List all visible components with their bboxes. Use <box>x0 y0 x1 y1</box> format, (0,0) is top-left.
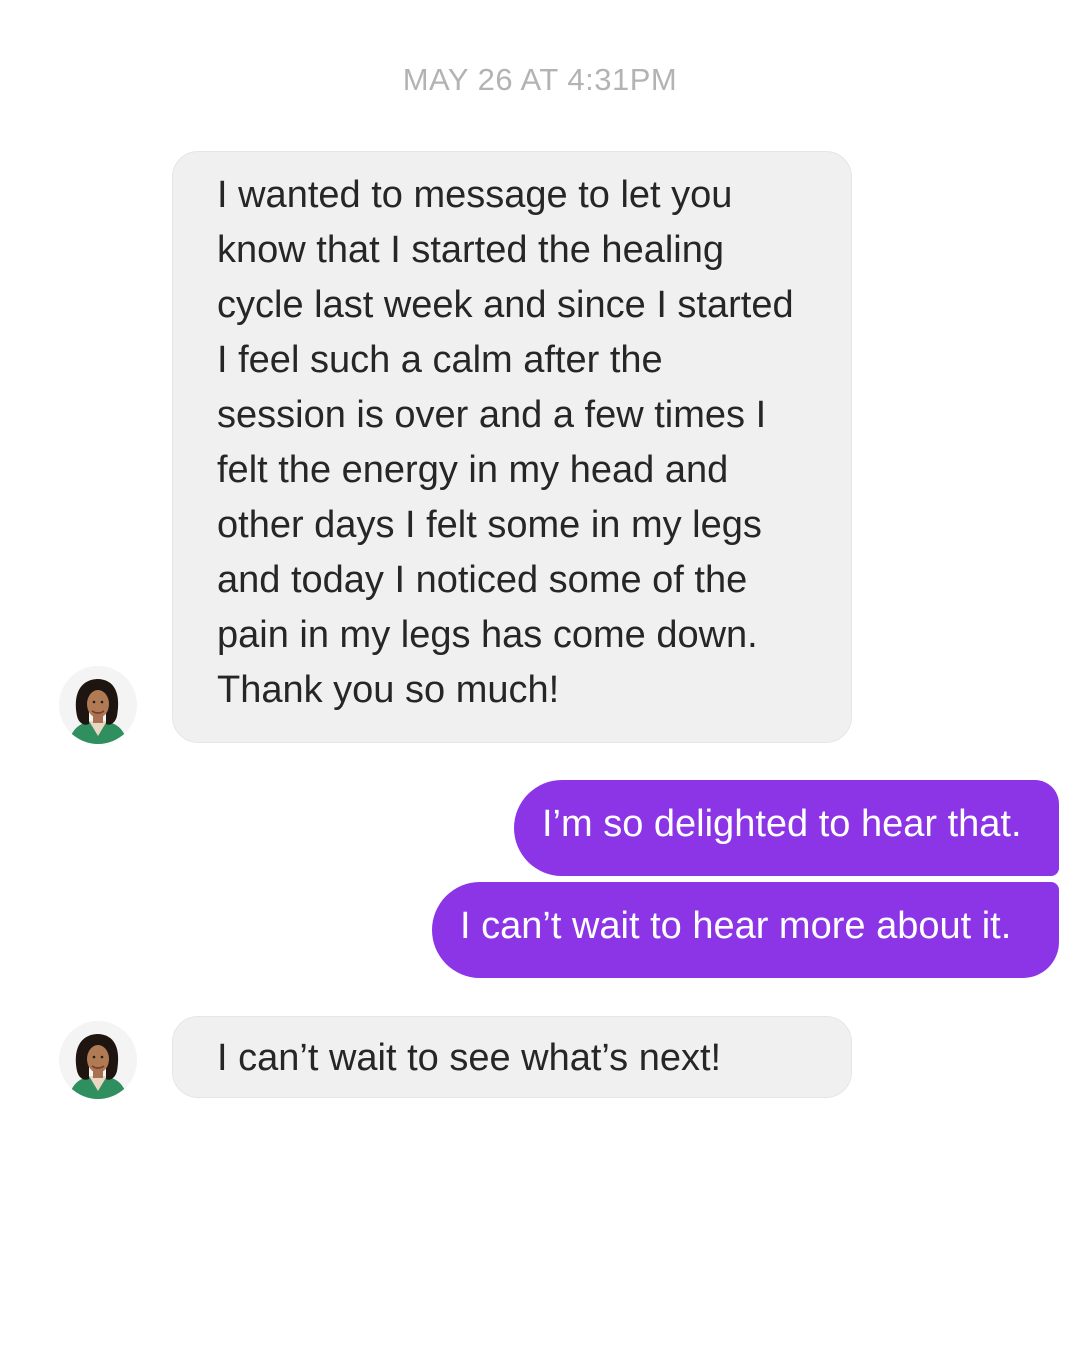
message-text-line: other days I felt some in my legs <box>217 504 762 546</box>
message-text: I can’t wait to hear more about it. <box>460 905 1012 947</box>
incoming-message-bubble[interactable]: I wanted to message to let you know that… <box>172 151 852 743</box>
outgoing-message-bubble[interactable]: I can’t wait to hear more about it. <box>432 882 1059 978</box>
message-text: I’m so delighted to hear that. <box>542 803 1022 845</box>
incoming-message-bubble[interactable]: I can’t wait to see what’s next! <box>172 1016 852 1098</box>
contact-avatar[interactable] <box>59 1021 137 1099</box>
outgoing-message-bubble[interactable]: I’m so delighted to hear that. <box>514 780 1059 876</box>
message-text-line: session is over and a few times I <box>217 394 767 436</box>
message-text-line: I wanted to message to let you <box>217 174 733 216</box>
message-text-line: know that I started the healing <box>217 229 724 271</box>
profile-photo-icon <box>59 1021 137 1099</box>
message-text-line: pain in my legs has come down. <box>217 614 758 656</box>
message-text-line: I feel such a calm after the <box>217 339 663 381</box>
message-text-line: felt the energy in my head and <box>217 449 729 491</box>
message-text-line: and today I noticed some of the <box>217 559 748 601</box>
profile-photo-icon <box>59 666 137 744</box>
message-timestamp: MAY 26 AT 4:31PM <box>402 62 678 97</box>
message-text: I can’t wait to see what’s next! <box>217 1037 722 1079</box>
contact-avatar[interactable] <box>59 666 137 744</box>
message-text-line: Thank you so much! <box>217 669 560 711</box>
message-text-line: cycle last week and since I started <box>217 284 794 326</box>
